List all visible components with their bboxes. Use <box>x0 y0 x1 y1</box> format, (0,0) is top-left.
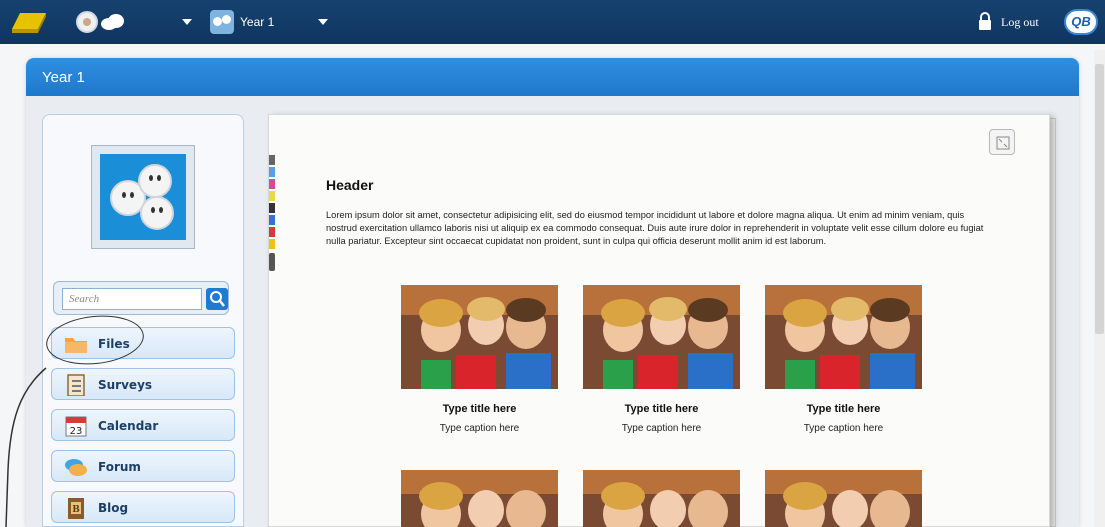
smiley-face-icon <box>140 196 174 230</box>
document-page: Header Lorem ipsum dolor sit amet, conse… <box>268 114 1062 527</box>
search-input[interactable]: Search <box>62 288 202 310</box>
gallery-item[interactable]: Type title here Type caption here <box>765 285 925 445</box>
sidebar-item-calendar[interactable]: 23 Calendar <box>51 409 235 441</box>
sidebar-item-label: Forum <box>98 460 141 474</box>
page-title: Year 1 <box>42 69 85 86</box>
page-scrollbar[interactable] <box>1094 50 1105 527</box>
photo-children[interactable] <box>583 285 740 389</box>
calendar-day-number: 23 <box>70 426 83 437</box>
expand-icon <box>996 136 1010 150</box>
sidebar-item-surveys[interactable]: Surveys <box>51 368 235 400</box>
group-icon[interactable] <box>210 10 234 34</box>
photo-children[interactable] <box>765 285 922 389</box>
user-avatar-icon[interactable] <box>76 11 98 33</box>
search-icon <box>210 291 225 307</box>
document-paper: Header Lorem ipsum dolor sit amet, conse… <box>268 114 1050 527</box>
book-letter: B <box>72 505 80 515</box>
page-header: Year 1 <box>26 58 1079 96</box>
photo-children[interactable] <box>583 470 740 527</box>
home-logo-icon[interactable] <box>10 7 50 37</box>
smiley-face-icon <box>138 164 172 198</box>
sidebar-item-forum[interactable]: Forum <box>51 450 235 482</box>
group-avatar <box>100 154 186 240</box>
lock-icon[interactable] <box>978 12 992 30</box>
user-menu-chevron-down-icon[interactable] <box>182 19 192 25</box>
photo-caption[interactable]: Type caption here <box>401 423 558 434</box>
calendar-icon: 23 <box>65 416 87 437</box>
photo-title[interactable]: Type title here <box>401 403 558 415</box>
group-avatar-frame <box>91 145 195 249</box>
cloud-icon[interactable] <box>100 13 126 31</box>
group-selector-label[interactable]: Year 1 <box>240 15 274 29</box>
sidebar-item-label: Calendar <box>98 419 159 433</box>
search-box: Search <box>53 281 229 315</box>
annotation-line <box>5 367 47 527</box>
side-ruler <box>269 155 277 275</box>
gallery-item[interactable]: Type title here Type caption here <box>401 285 561 445</box>
photo-title[interactable]: Type title here <box>583 403 740 415</box>
photo-children[interactable] <box>765 470 922 527</box>
photo-title[interactable]: Type title here <box>765 403 922 415</box>
photo-caption[interactable]: Type caption here <box>765 423 922 434</box>
expand-button[interactable] <box>989 129 1015 155</box>
photo-caption[interactable]: Type caption here <box>583 423 740 434</box>
brand-logo[interactable]: QB <box>1064 9 1098 35</box>
speech-bubbles-icon <box>65 459 87 476</box>
gallery-item[interactable]: Type title here Type caption here <box>583 285 743 445</box>
sidebar-item-label: Blog <box>98 501 129 515</box>
document-body-text: Lorem ipsum dolor sit amet, consectetur … <box>326 210 984 246</box>
logout-link[interactable]: Log out <box>1001 15 1039 30</box>
group-menu-chevron-down-icon[interactable] <box>318 19 328 25</box>
top-navigation-bar: Year 1 Log out QB <box>0 0 1105 44</box>
search-button[interactable] <box>206 288 228 310</box>
sidebar-item-label: Surveys <box>98 378 153 392</box>
clipboard-icon <box>67 374 85 396</box>
scrollbar-thumb[interactable] <box>1095 64 1104 334</box>
photo-children[interactable] <box>401 285 558 389</box>
photo-children[interactable] <box>401 470 558 527</box>
document-header: Header <box>326 177 374 193</box>
sidebar-item-blog[interactable]: B Blog <box>51 491 235 523</box>
book-icon: B <box>68 498 84 519</box>
